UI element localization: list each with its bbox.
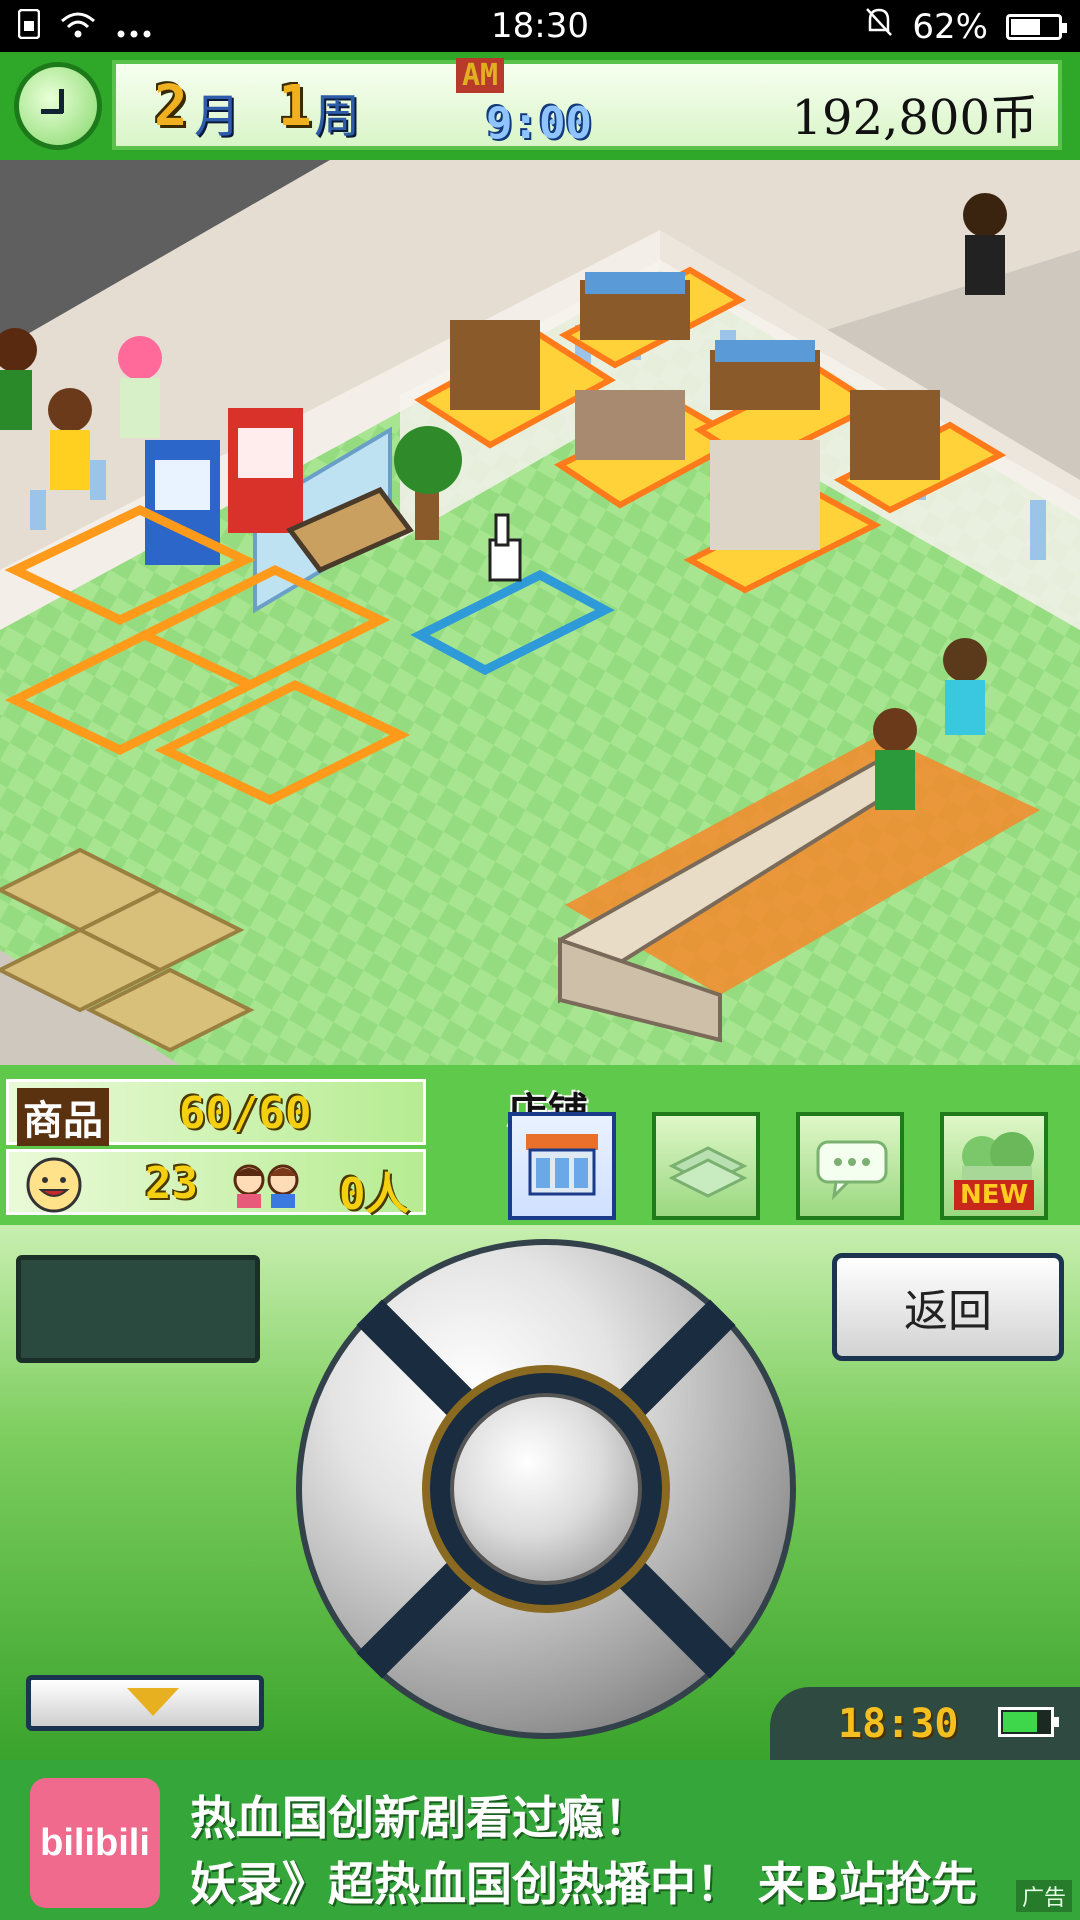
- week-unit: 周: [314, 89, 360, 143]
- smile-value: 23: [145, 1158, 198, 1209]
- goods-value: 60/60: [179, 1088, 312, 1139]
- back-button[interactable]: 返回: [832, 1253, 1064, 1361]
- menu-toggle-button[interactable]: [26, 1675, 264, 1731]
- month-unit: 月: [194, 89, 240, 143]
- triangle-down-icon: [127, 1688, 179, 1716]
- map-tab-button[interactable]: NEW: [940, 1112, 1048, 1220]
- store-icon: [522, 1130, 602, 1206]
- money-tab-button[interactable]: [652, 1112, 760, 1220]
- ad-subline: 妖录》超热血国创热播中！ 来B站抢先: [190, 1857, 978, 1911]
- ampm-badge: AM: [456, 58, 505, 93]
- device-battery-icon: [998, 1707, 1059, 1737]
- dpad-center-button[interactable]: [450, 1393, 642, 1585]
- speech-bubble-icon: [812, 1136, 892, 1204]
- week-number: 1: [278, 74, 312, 139]
- ad-headline: 热血国创新剧看过瘾！: [190, 1791, 650, 1845]
- game-time: 9:00: [486, 98, 592, 149]
- info-screen: [16, 1255, 260, 1363]
- ad-banner[interactable]: bilibili 热血国创新剧看过瘾！ 妖录》超热血国创热播中！ 来B站抢先 广…: [0, 1760, 1080, 1920]
- dpad[interactable]: [296, 1239, 796, 1739]
- battery-icon: [1006, 13, 1067, 40]
- customers-icon: [227, 1162, 307, 1212]
- device-clock-panel: 18:30: [770, 1687, 1080, 1760]
- bilibili-logo: bilibili: [30, 1778, 160, 1908]
- month-number: 2: [154, 74, 188, 139]
- clock-icon[interactable]: [14, 62, 102, 150]
- ad-tag: 广告: [1015, 1880, 1072, 1912]
- store-floor: [0, 160, 1080, 1065]
- top-hud: 2 月 1 周 AM 9:00 192,800币: [0, 52, 1080, 160]
- customers-value: 0人: [339, 1169, 410, 1220]
- popularity-panel: 23 0人: [6, 1149, 426, 1220]
- goods-panel: 商品 60/60: [6, 1079, 426, 1146]
- money-display: 192,800币: [791, 90, 1039, 146]
- smile-icon: [25, 1156, 83, 1218]
- date-time-panel: 2 月 1 周 AM 9:00 192,800币: [112, 58, 1062, 150]
- alarm-off-icon: [864, 6, 894, 47]
- message-tab-button[interactable]: [796, 1112, 904, 1220]
- battery-percent: 62%: [912, 6, 988, 47]
- store-tab-button[interactable]: [508, 1112, 616, 1220]
- controller-panel: 返回 18:30: [0, 1225, 1080, 1760]
- cash-stack-icon: [668, 1136, 748, 1204]
- new-badge: NEW: [954, 1180, 1035, 1210]
- device-time: 18:30: [838, 1701, 959, 1747]
- status-bar: 18:30 62%: [0, 0, 1080, 52]
- goods-label: 商品: [17, 1088, 109, 1146]
- game-scene[interactable]: [0, 160, 1080, 1065]
